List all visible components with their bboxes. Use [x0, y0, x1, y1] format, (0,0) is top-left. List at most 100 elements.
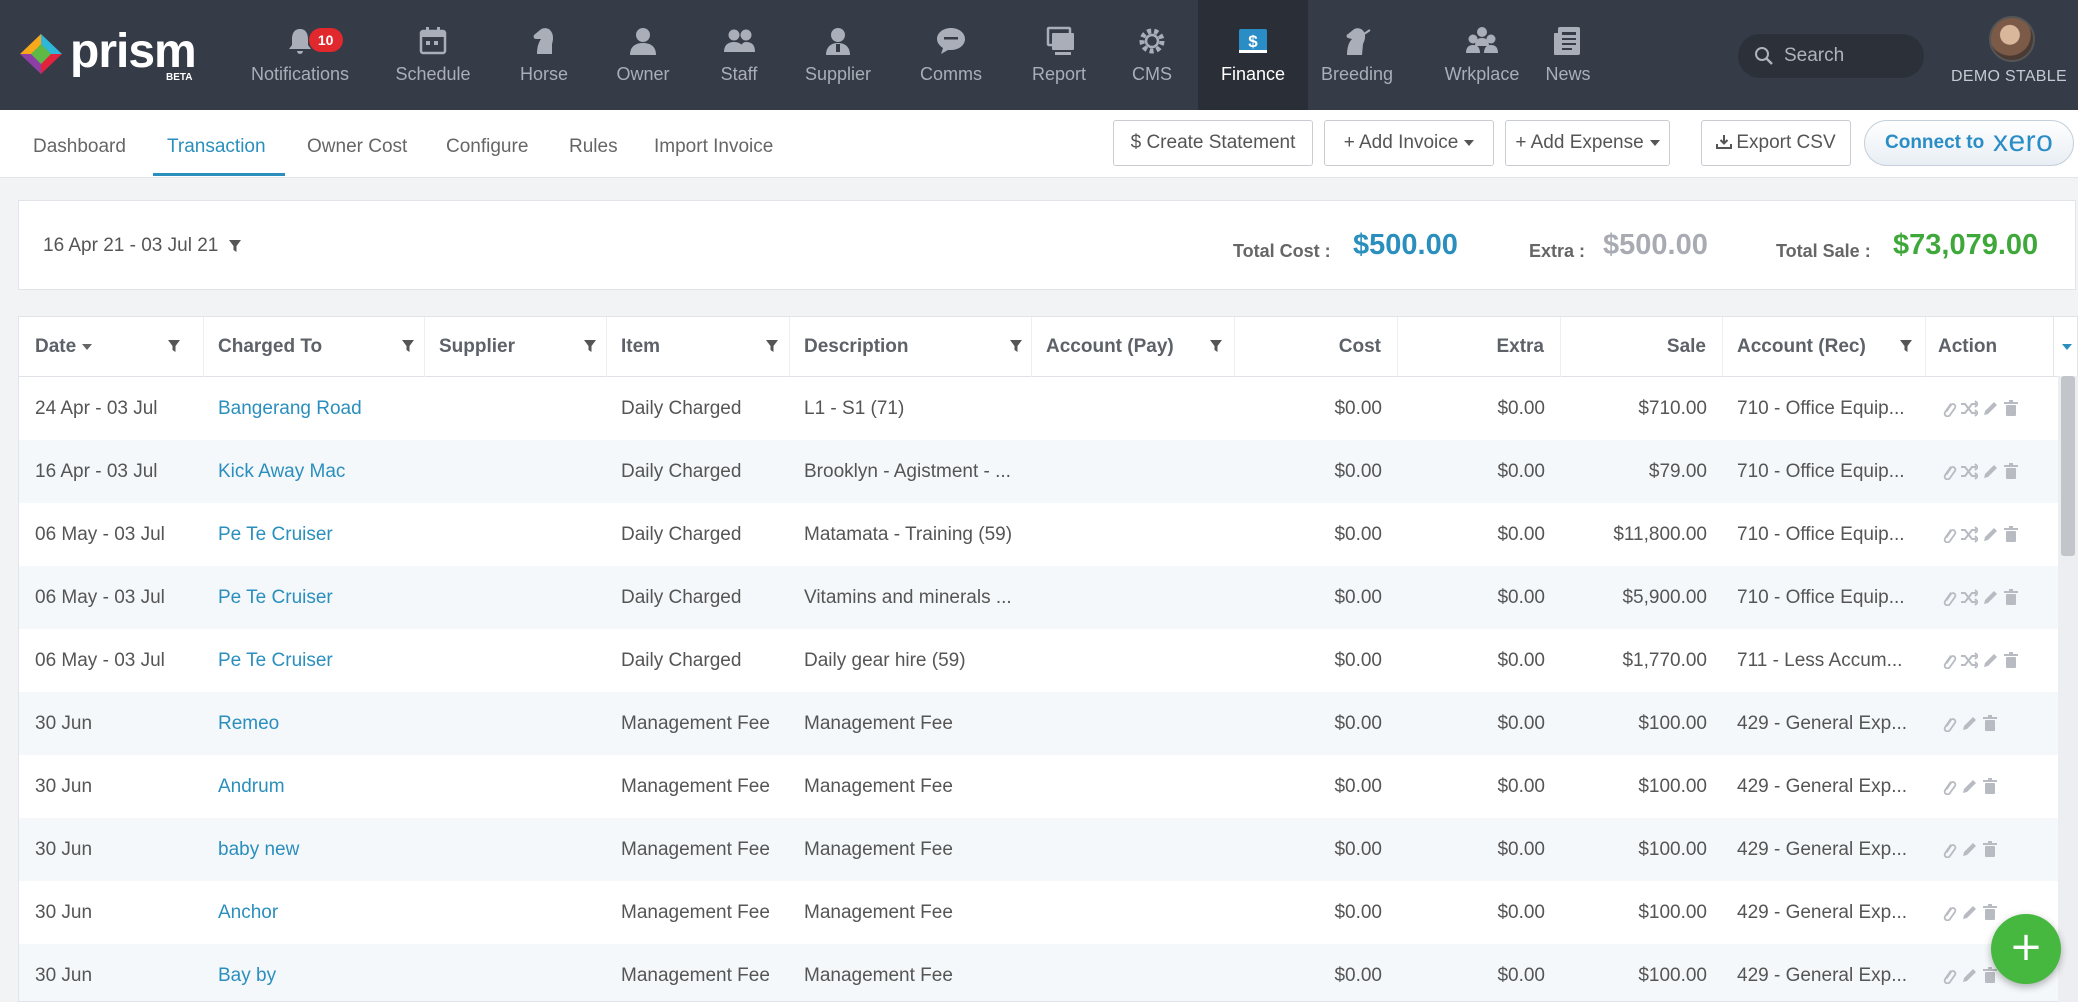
- nav-item-comms[interactable]: Comms: [904, 0, 998, 110]
- table-row[interactable]: 30 Jun Bay by Management Fee Management Fee…: [19, 944, 2059, 1001]
- attach-icon[interactable]: [1939, 966, 1957, 984]
- charged-to-filter-icon[interactable]: [401, 339, 415, 353]
- user-avatar[interactable]: [1989, 16, 2035, 62]
- col-description[interactable]: Description: [790, 317, 1032, 377]
- col-charged-to[interactable]: Charged To: [204, 317, 425, 377]
- cell-charged-to[interactable]: Anchor: [218, 881, 418, 944]
- tab-dashboard[interactable]: Dashboard: [33, 136, 126, 158]
- tab-import-invoice[interactable]: Import Invoice: [654, 136, 773, 158]
- edit-icon[interactable]: [1960, 903, 1978, 921]
- col-account-rec[interactable]: Account (Rec): [1723, 317, 1926, 377]
- table-row[interactable]: 30 Jun Anchor Management Fee Management Fee…: [19, 881, 2059, 944]
- nav-item-schedule[interactable]: Schedule: [385, 0, 481, 110]
- nav-item-notifications[interactable]: 10 Notifications: [246, 0, 354, 110]
- delete-icon[interactable]: [1981, 903, 1999, 921]
- cell-charged-to[interactable]: Kick Away Mac: [218, 440, 418, 503]
- search-input[interactable]: [1784, 42, 1914, 70]
- cell-charged-to[interactable]: Pe Te Cruiser: [218, 629, 418, 692]
- attach-icon[interactable]: [1939, 903, 1957, 921]
- attach-icon[interactable]: [1939, 462, 1957, 480]
- column-menu-button[interactable]: [2053, 317, 2077, 377]
- cell-charged-to[interactable]: Bangerang Road: [218, 377, 418, 440]
- nav-item-report[interactable]: Report: [1016, 0, 1102, 110]
- nav-item-breeding[interactable]: Breeding: [1309, 0, 1405, 110]
- nav-item-wrkplace[interactable]: Wrkplace: [1431, 0, 1533, 110]
- search-box[interactable]: [1738, 34, 1924, 78]
- shuffle-icon[interactable]: [1960, 399, 1978, 417]
- cell-charged-to[interactable]: Andrum: [218, 755, 418, 818]
- tab-owner-cost[interactable]: Owner Cost: [307, 136, 407, 158]
- shuffle-icon[interactable]: [1960, 651, 1978, 669]
- table-row[interactable]: 30 Jun Andrum Management Fee Management Fee…: [19, 755, 2059, 818]
- add-invoice-button[interactable]: + Add Invoice: [1324, 120, 1494, 166]
- shuffle-icon[interactable]: [1960, 525, 1978, 543]
- table-row[interactable]: 30 Jun baby new Management Fee Management F…: [19, 818, 2059, 881]
- attach-icon[interactable]: [1939, 714, 1957, 732]
- nav-item-staff[interactable]: Staff: [699, 0, 779, 110]
- col-supplier[interactable]: Supplier: [425, 317, 607, 377]
- table-row[interactable]: 06 May - 03 Jul Pe Te Cruiser Daily Charge…: [19, 566, 2059, 629]
- attach-icon[interactable]: [1939, 399, 1957, 417]
- attach-icon[interactable]: [1939, 840, 1957, 858]
- add-expense-button[interactable]: + Add Expense: [1505, 120, 1670, 166]
- item-filter-icon[interactable]: [765, 339, 779, 353]
- edit-icon[interactable]: [1960, 714, 1978, 732]
- delete-icon[interactable]: [1981, 777, 1999, 795]
- attach-icon[interactable]: [1939, 651, 1957, 669]
- table-row[interactable]: 24 Apr - 03 Jul Bangerang Road Daily Charg…: [19, 377, 2059, 440]
- table-row[interactable]: 06 May - 03 Jul Pe Te Cruiser Daily Charge…: [19, 503, 2059, 566]
- tab-transaction[interactable]: Transaction: [167, 136, 266, 158]
- col-account-pay[interactable]: Account (Pay): [1032, 317, 1235, 377]
- edit-icon[interactable]: [1960, 966, 1978, 984]
- cell-charged-to[interactable]: Pe Te Cruiser: [218, 566, 418, 629]
- col-date[interactable]: Date: [19, 317, 204, 377]
- edit-icon[interactable]: [1981, 651, 1999, 669]
- nav-item-owner[interactable]: Owner: [606, 0, 680, 110]
- cell-charged-to[interactable]: Bay by: [218, 944, 418, 1001]
- shuffle-icon[interactable]: [1960, 462, 1978, 480]
- nav-item-supplier[interactable]: Supplier: [793, 0, 883, 110]
- date-range-filter[interactable]: 16 Apr 21 - 03 Jul 21: [43, 235, 242, 257]
- delete-icon[interactable]: [2002, 399, 2020, 417]
- tab-rules[interactable]: Rules: [569, 136, 618, 158]
- nav-item-finance[interactable]: $ Finance: [1198, 0, 1308, 110]
- delete-icon[interactable]: [2002, 462, 2020, 480]
- export-csv-button[interactable]: Export CSV: [1701, 120, 1851, 166]
- add-fab-button[interactable]: +: [1991, 914, 2061, 984]
- delete-icon[interactable]: [1981, 714, 1999, 732]
- attach-icon[interactable]: [1939, 777, 1957, 795]
- table-row[interactable]: 30 Jun Remeo Management Fee Management Fee $…: [19, 692, 2059, 755]
- delete-icon[interactable]: [2002, 651, 2020, 669]
- edit-icon[interactable]: [1981, 525, 1999, 543]
- scrollbar-thumb[interactable]: [2061, 376, 2075, 556]
- edit-icon[interactable]: [1981, 588, 1999, 606]
- delete-icon[interactable]: [2002, 588, 2020, 606]
- delete-icon[interactable]: [1981, 840, 1999, 858]
- nav-item-horse[interactable]: Horse: [512, 0, 576, 110]
- col-sale[interactable]: Sale: [1561, 317, 1723, 377]
- nav-item-news[interactable]: News: [1540, 0, 1596, 110]
- supplier-filter-icon[interactable]: [583, 339, 597, 353]
- attach-icon[interactable]: [1939, 525, 1957, 543]
- create-statement-button[interactable]: $ Create Statement: [1113, 120, 1313, 166]
- table-row[interactable]: 06 May - 03 Jul Pe Te Cruiser Daily Charge…: [19, 629, 2059, 692]
- edit-icon[interactable]: [1960, 777, 1978, 795]
- prism-logo[interactable]: prism BETA: [16, 24, 206, 84]
- col-item[interactable]: Item: [607, 317, 790, 377]
- attach-icon[interactable]: [1939, 588, 1957, 606]
- stable-name[interactable]: DEMO STABLE: [1940, 68, 2078, 86]
- col-extra[interactable]: Extra: [1398, 317, 1561, 377]
- col-cost[interactable]: Cost: [1235, 317, 1398, 377]
- cell-charged-to[interactable]: Pe Te Cruiser: [218, 503, 418, 566]
- account-rec-filter-icon[interactable]: [1899, 339, 1913, 353]
- account-pay-filter-icon[interactable]: [1209, 339, 1223, 353]
- edit-icon[interactable]: [1981, 399, 1999, 417]
- shuffle-icon[interactable]: [1960, 588, 1978, 606]
- connect-to-xero-button[interactable]: Connect to xero: [1864, 120, 2074, 166]
- date-filter-icon[interactable]: [167, 339, 181, 353]
- cell-charged-to[interactable]: baby new: [218, 818, 418, 881]
- table-row[interactable]: 16 Apr - 03 Jul Kick Away Mac Daily Charge…: [19, 440, 2059, 503]
- edit-icon[interactable]: [1981, 462, 1999, 480]
- nav-item-cms[interactable]: CMS: [1116, 0, 1188, 110]
- edit-icon[interactable]: [1960, 840, 1978, 858]
